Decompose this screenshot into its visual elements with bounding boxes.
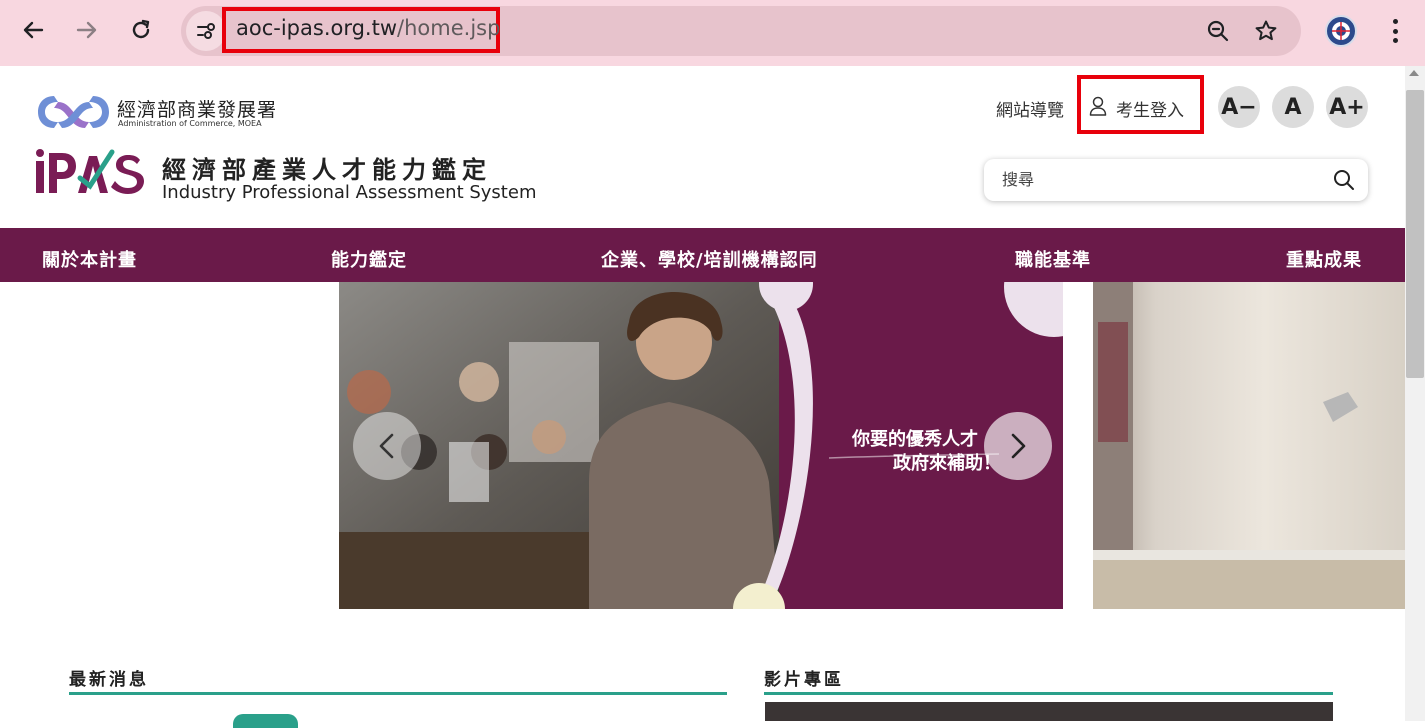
nav-item-achievements[interactable]: 重點成果 [1286, 246, 1362, 272]
reload-icon[interactable] [124, 13, 158, 47]
banner-slogan-line1: 你要的優秀人才 [852, 429, 978, 450]
more-menu-icon[interactable] [1385, 15, 1405, 47]
nav-item-about[interactable]: 關於本計畫 [42, 246, 137, 272]
moea-logo[interactable] [36, 92, 111, 132]
user-icon[interactable] [1089, 96, 1107, 116]
back-arrow-icon[interactable] [16, 13, 50, 47]
chevron-right-icon [1011, 433, 1026, 459]
url-host: aoc-ipas.org.tw [236, 16, 398, 40]
browser-toolbar: aoc-ipas.org.tw/home.jsp [0, 0, 1425, 66]
scrollbar-thumb[interactable] [1406, 90, 1424, 378]
ipas-title: 經濟部產業人才能力鑑定 [162, 156, 492, 184]
video-section-title: 影片專區 [764, 670, 844, 690]
nav-item-competency-standards[interactable]: 職能基準 [1015, 246, 1091, 272]
site-settings-icon[interactable] [186, 11, 226, 51]
video-section-divider [764, 692, 1333, 695]
banner-next-slide-preview[interactable] [1093, 282, 1405, 609]
news-section-title: 最新消息 [69, 670, 149, 690]
zoom-icon[interactable] [1203, 16, 1233, 46]
nav-item-assessment[interactable]: 能力鑑定 [331, 246, 407, 272]
candidate-login-link[interactable]: 考生登入 [1116, 96, 1184, 121]
carousel-next-button[interactable] [984, 412, 1052, 480]
nav-item-endorsement[interactable]: 企業、學校/培訓機構認同 [601, 246, 818, 272]
url-path: /home.jsp [397, 16, 501, 40]
sitemap-link[interactable]: 網站導覽 [996, 96, 1064, 121]
news-category-tab[interactable] [233, 714, 298, 728]
ipas-subtitle: Industry Professional Assessment System [162, 182, 537, 203]
search-input[interactable] [1002, 170, 1302, 189]
forward-arrow-icon[interactable] [70, 13, 104, 47]
chevron-left-icon [379, 433, 394, 459]
font-size-small-button[interactable]: A− [1218, 86, 1260, 128]
carousel-prev-button[interactable] [353, 412, 421, 480]
profile-avatar-icon[interactable] [1325, 15, 1357, 47]
moea-name: 經濟部商業發展署 [117, 99, 278, 121]
moea-english-name: Administration of Commerce, MOEA [118, 119, 262, 128]
scroll-up-icon[interactable] [1409, 70, 1419, 76]
video-thumbnail[interactable] [765, 702, 1333, 721]
news-section-divider [69, 692, 727, 695]
ipas-logo[interactable] [34, 148, 144, 194]
search-icon[interactable] [1333, 169, 1355, 191]
font-size-normal-button[interactable]: A [1272, 86, 1314, 128]
url-text[interactable]: aoc-ipas.org.tw/home.jsp [236, 16, 500, 40]
bookmark-star-icon[interactable] [1251, 16, 1281, 46]
font-size-large-button[interactable]: A+ [1326, 86, 1368, 128]
